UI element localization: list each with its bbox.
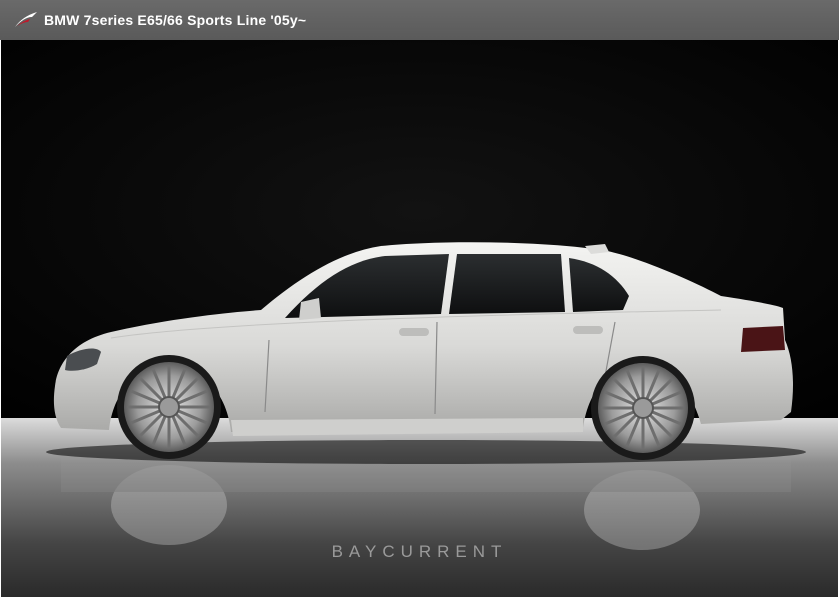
page: BMW 7series E65/66 Sports Line '05y~ BAY… (0, 0, 839, 598)
brand-watermark: BAYCURRENT (331, 542, 508, 561)
swoosh-logo-icon (15, 12, 37, 27)
page-title: BMW 7series E65/66 Sports Line '05y~ (44, 12, 307, 28)
car-photo: BAYCURRENT (1, 40, 838, 597)
car-photo-illustration (1, 40, 838, 597)
header-bar: BMW 7series E65/66 Sports Line '05y~ (0, 0, 839, 40)
